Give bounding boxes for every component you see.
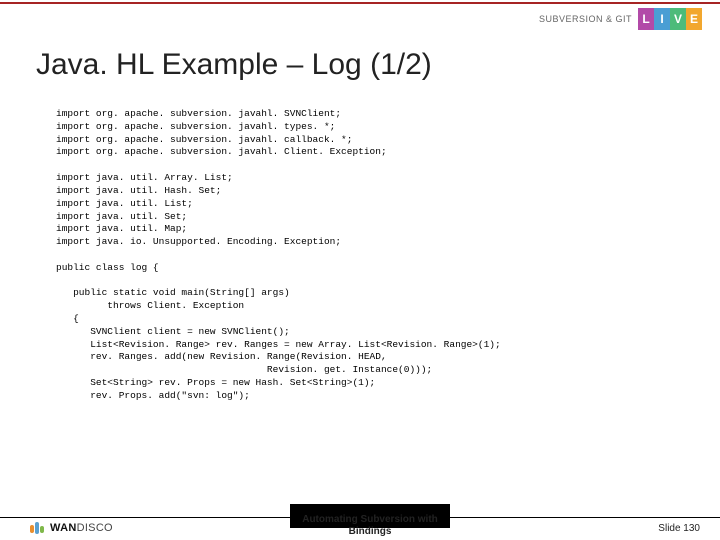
slide-title: Java. HL Example – Log (1/2) — [36, 48, 432, 82]
header-accent-line — [0, 2, 720, 4]
live-v: V — [670, 8, 686, 30]
footer-title-line2: Bindings — [349, 526, 392, 537]
wandisco-logo: WANDISCO — [30, 520, 113, 536]
slide-number: Slide 130 — [658, 523, 700, 534]
code-block: import org. apache. subversion. javahl. … — [56, 108, 501, 403]
wandisco-icon — [30, 520, 46, 536]
brand-area: SUBVERSION & GIT L I V E — [539, 8, 702, 30]
footer-title-line1: Automating Subversion with — [302, 514, 438, 525]
wandisco-text: WANDISCO — [50, 522, 113, 534]
live-e: E — [686, 8, 702, 30]
brand-text: SUBVERSION & GIT — [539, 14, 632, 24]
live-l: L — [638, 8, 654, 30]
live-logo: L I V E — [638, 8, 702, 30]
live-i: I — [654, 8, 670, 30]
footer-title: Automating Subversion with Bindings — [270, 514, 470, 540]
